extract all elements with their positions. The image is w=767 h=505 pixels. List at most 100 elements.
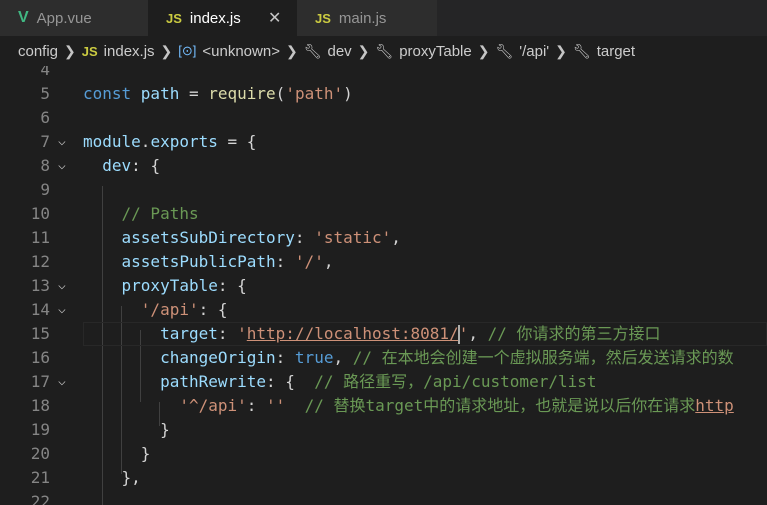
code-token: :: [275, 348, 295, 367]
code-token: :: [246, 396, 267, 415]
breadcrumb-file[interactable]: JS index.js: [82, 43, 155, 60]
code-token: .: [140, 132, 151, 151]
breadcrumb-symbol-dev[interactable]: 🔧︎ dev: [304, 43, 352, 60]
line-number: 13: [30, 276, 50, 295]
code-token: ,: [333, 348, 353, 367]
chevron-down-icon[interactable]: ⌵: [58, 274, 78, 298]
line-number: 7: [40, 132, 50, 151]
code-token: proxyTable: [121, 276, 218, 295]
code-token: :: [217, 324, 238, 343]
line-number: 8: [40, 156, 50, 175]
line-number: 22: [30, 492, 50, 505]
code-token: require: [208, 84, 276, 103]
code-text: assetsSubDirectory: 'static',: [83, 226, 401, 250]
code-line[interactable]: 4: [0, 66, 767, 82]
vue-file-icon: V: [18, 9, 29, 26]
line-number: 6: [40, 108, 50, 127]
code-line[interactable]: 6: [0, 106, 767, 130]
code-token: changeOrigin: [160, 348, 276, 367]
code-token: : {: [266, 372, 315, 391]
chevron-down-icon[interactable]: ⌵: [58, 370, 78, 394]
code-text: proxyTable: {: [83, 274, 247, 298]
code-editor[interactable]: 4 5 const path = require('path') 6 7 ⌵ module.…: [0, 66, 767, 505]
tab-label: App.vue: [36, 9, 92, 27]
code-token: http://localhost:8081/: [246, 324, 459, 343]
js-file-icon: JS: [315, 10, 331, 26]
breadcrumb-symbol-target[interactable]: 🔧︎ target: [573, 43, 635, 60]
breadcrumb-symbol-label: dev: [327, 42, 352, 60]
code-token: ': [237, 324, 247, 343]
line-number: 14: [30, 300, 50, 319]
code-line[interactable]: 12 assetsPublicPath: '/',: [0, 250, 767, 274]
chevron-right-icon: ❯: [160, 42, 173, 59]
code-token: // 路径重写，/api/customer/list: [314, 372, 597, 391]
code-line[interactable]: 18 '^/api': '' // 替换target中的请求地址，也就是说以后你…: [0, 394, 767, 418]
chevron-down-icon[interactable]: ⌵: [58, 130, 78, 154]
code-line[interactable]: 16 changeOrigin: true, // 在本地会创建一个虚拟服务端，…: [0, 346, 767, 370]
code-token: ': [458, 324, 469, 343]
code-text: // Paths: [83, 202, 199, 226]
code-line[interactable]: 13 ⌵ proxyTable: {: [0, 274, 767, 298]
code-token: (: [275, 84, 286, 103]
code-line[interactable]: 21 },: [0, 466, 767, 490]
code-line[interactable]: 8 ⌵ dev: {: [0, 154, 767, 178]
code-text: module.exports = {: [83, 130, 256, 154]
code-line[interactable]: 15 target: 'http://localhost:8081/', // …: [0, 322, 767, 346]
code-line[interactable]: 11 assetsSubDirectory: 'static',: [0, 226, 767, 250]
breadcrumb-symbol-label: <unknown>: [202, 42, 280, 60]
js-file-icon: JS: [81, 43, 98, 59]
code-line[interactable]: 20 }: [0, 442, 767, 466]
code-token: ,: [391, 228, 401, 247]
close-icon[interactable]: ✕: [268, 0, 281, 36]
code-line[interactable]: 19 }: [0, 418, 767, 442]
tab-bar: V App.vue JS index.js ✕ JS main.js: [0, 0, 767, 36]
chevron-right-icon: ❯: [555, 42, 567, 59]
tab-main-js[interactable]: JS main.js: [297, 0, 437, 36]
code-line[interactable]: 17 ⌵ pathRewrite: { // 路径重写，/api/customer…: [0, 370, 767, 394]
code-token: // Paths: [121, 204, 199, 223]
code-line[interactable]: 22: [0, 490, 767, 505]
tab-index-js[interactable]: JS index.js ✕: [148, 0, 297, 36]
code-token: : {: [131, 156, 161, 175]
code-line[interactable]: 9: [0, 178, 767, 202]
breadcrumb-symbol-api[interactable]: 🔧︎ '/api': [495, 43, 549, 60]
line-number: 17: [30, 372, 50, 391]
code-text: dev: {: [83, 154, 160, 178]
code-text: changeOrigin: true, // 在本地会创建一个虚拟服务端，然后发…: [83, 346, 734, 370]
code-line[interactable]: 14 ⌵ '/api': {: [0, 298, 767, 322]
code-token: }: [83, 444, 151, 463]
code-line[interactable]: 10 // Paths: [0, 202, 767, 226]
breadcrumb-folder[interactable]: config: [18, 43, 58, 60]
breadcrumb-file-label: index.js: [103, 42, 155, 60]
code-line[interactable]: 7 ⌵ module.exports = {: [0, 130, 767, 154]
code-token: http: [695, 396, 734, 415]
breadcrumb-symbol-unknown[interactable]: [⊙] <unknown>: [178, 43, 280, 60]
code-token: const: [83, 84, 141, 103]
line-number: 16: [30, 348, 50, 367]
chevron-down-icon[interactable]: ⌵: [58, 154, 78, 178]
wrench-icon: 🔧︎: [572, 42, 591, 59]
line-number: 20: [30, 444, 50, 463]
tab-label: main.js: [338, 9, 387, 27]
code-token: :: [294, 228, 315, 247]
breadcrumb-symbol-label: target: [596, 42, 636, 60]
code-token: ,: [323, 252, 334, 271]
chevron-right-icon: ❯: [285, 42, 298, 59]
code-token: }: [83, 420, 170, 439]
breadcrumb-symbol-proxytable[interactable]: 🔧︎ proxyTable: [375, 43, 471, 60]
chevron-down-icon[interactable]: ⌵: [58, 298, 78, 322]
symbol-module-icon: [⊙]: [178, 43, 197, 58]
code-line[interactable]: 5 const path = require('path'): [0, 82, 767, 106]
code-token: =: [179, 84, 209, 103]
line-number: 11: [30, 228, 50, 247]
code-token: target: [160, 324, 218, 343]
code-token: pathRewrite: [160, 372, 267, 391]
line-number: 15: [30, 324, 50, 343]
tab-app-vue[interactable]: V App.vue: [0, 0, 148, 36]
